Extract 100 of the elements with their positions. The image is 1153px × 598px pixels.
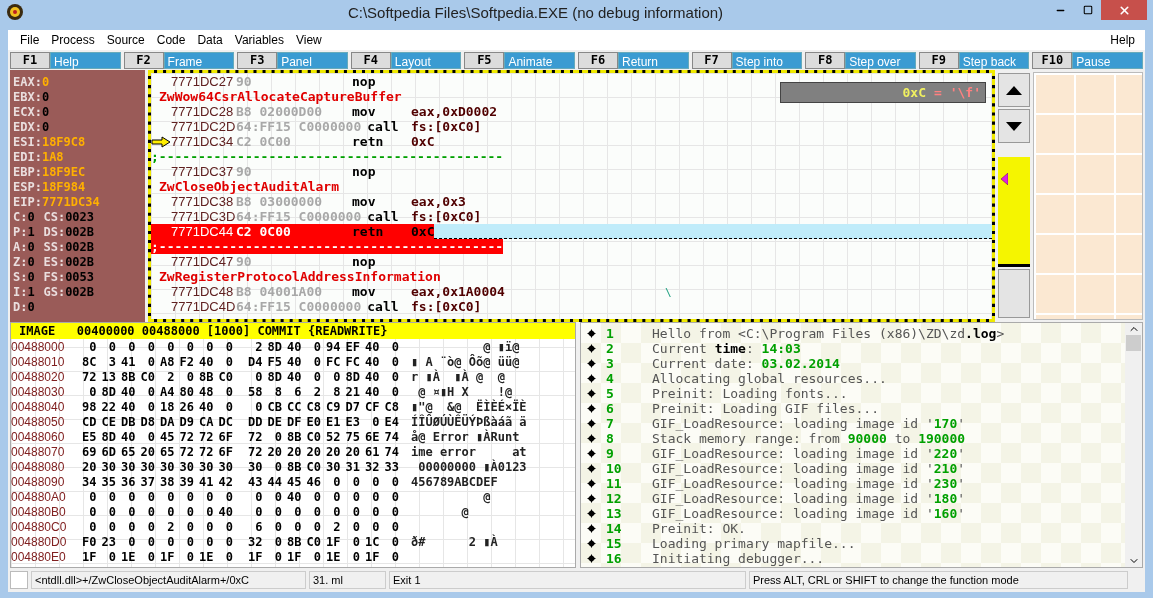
memory-address: 00488000 (11, 338, 66, 356)
hex-byte: 40 (364, 368, 380, 386)
instruction-mnemonic: nop (352, 164, 376, 179)
selected-code-row[interactable]: 7771DC44 C2 0C00 retn 0xC (151, 224, 992, 239)
scrollbar-thumb[interactable] (1126, 335, 1141, 351)
hex-byte: 30 (178, 458, 194, 476)
function-key[interactable]: F9 (918, 51, 959, 69)
hex-byte: 40 (217, 503, 233, 521)
function-key[interactable]: F10 (1032, 51, 1073, 69)
bullet-icon (587, 419, 596, 428)
hex-byte: 40 (364, 353, 380, 371)
hex-byte: 30 (120, 458, 136, 476)
menu-item[interactable]: Data (191, 31, 229, 49)
hex-byte: 0 (273, 428, 282, 446)
ascii-text: @ (460, 503, 469, 521)
flag-name: P: (13, 224, 28, 238)
bullet-icon (587, 524, 596, 533)
menu-item[interactable]: Code (150, 31, 192, 49)
menu-item[interactable]: Variables (228, 31, 290, 49)
hex-byte: CB (266, 398, 282, 416)
instruction-bytes: C2 0C00 (236, 134, 292, 149)
register-value: 7771DC34 (41, 194, 100, 208)
hex-byte: 0 (312, 368, 321, 386)
hex-byte: 32 (364, 458, 380, 476)
hex-byte: CD (81, 413, 97, 431)
hex-byte: 0 (88, 503, 97, 521)
segment-name: FS: (43, 269, 66, 283)
menu-item[interactable]: View (289, 31, 328, 49)
register-value: 0 (41, 104, 50, 118)
function-key[interactable]: F6 (577, 51, 618, 69)
instruction-address[interactable]: 7771DC37 (171, 164, 236, 179)
instruction-address[interactable]: 7771DC3D (171, 209, 236, 224)
menu-item[interactable]: Process (45, 31, 101, 49)
hex-byte: 65 (159, 443, 175, 461)
instruction-address[interactable]: 7771DC2D (171, 119, 236, 134)
hex-byte: 0 (127, 503, 136, 521)
function-key[interactable]: F5 (464, 51, 505, 69)
hex-byte: F5 (266, 353, 282, 371)
instruction-address[interactable]: 7771DC47 (171, 254, 236, 269)
register-name: ESP: (13, 179, 42, 193)
log-message: Initiating debugger... (652, 550, 825, 567)
memory-address: 004880C0 (11, 518, 68, 536)
menu-item[interactable]: File (14, 31, 46, 49)
instruction-address[interactable]: 7771DC27 (171, 74, 236, 89)
hex-byte: 69 (81, 443, 97, 461)
hex-byte: 20 (81, 458, 97, 476)
memory-address: 00488010 (11, 353, 66, 371)
hex-byte: 1E (325, 548, 341, 566)
hex-byte: D8 (139, 413, 155, 431)
hex-byte: 35 (100, 473, 116, 491)
hex-byte: 80 (178, 383, 194, 401)
function-key[interactable]: F4 (350, 51, 391, 69)
log-message: Hello from <C:\Program Files (x86)\ZD\zd.log> (652, 324, 1005, 343)
scroll-down-button[interactable] (998, 109, 1030, 143)
hex-byte: 0 (332, 488, 341, 506)
hex-byte: 0 (185, 338, 194, 356)
function-key[interactable]: F2 (123, 51, 164, 69)
position-marker-icon (1001, 173, 1008, 185)
log-scrollbar[interactable] (1125, 323, 1142, 567)
flag-name: I: (13, 284, 28, 298)
instruction-operand: fs:[0xC0] (411, 119, 482, 134)
ascii-text: @ (482, 488, 491, 506)
hex-byte: 1E (198, 548, 214, 566)
hex-byte: 0 (371, 488, 380, 506)
register-name: EBP: (13, 164, 42, 178)
function-key[interactable]: F3 (237, 51, 278, 69)
hex-byte: C9 (325, 398, 341, 416)
hex-byte: 8D (100, 428, 116, 446)
hex-byte: 43 (247, 473, 263, 491)
hex-byte: 0 (185, 488, 194, 506)
register-value: 0 (41, 119, 50, 133)
function-key[interactable]: F1 (10, 51, 50, 69)
bullet-icon (587, 449, 596, 458)
bullet-icon (587, 344, 596, 353)
function-key[interactable]: F8 (805, 51, 846, 69)
scroll-up-button[interactable] (998, 73, 1030, 107)
segment-value: 002B (65, 254, 95, 268)
instruction-address[interactable]: 7771DC48 (171, 284, 236, 299)
hex-byte: 20 (325, 443, 341, 461)
hex-byte: 0 (351, 548, 360, 566)
hex-byte: 0 (107, 488, 116, 506)
menu-item[interactable]: Help (1106, 31, 1139, 49)
menu-item[interactable]: Source (100, 31, 151, 49)
hex-byte: 0 (224, 338, 233, 356)
ascii-text: 456789ABCDEF (411, 473, 498, 491)
instruction-address[interactable]: 7771DC4D (171, 299, 236, 314)
log-message: GIF_LoadResource: loading image id '220' (652, 445, 966, 463)
instruction-address[interactable]: 7771DC44 (171, 224, 236, 239)
instruction-address[interactable]: 7771DC38 (171, 194, 236, 209)
function-key[interactable]: F7 (691, 51, 732, 69)
overview-bar[interactable] (998, 157, 1030, 267)
hex-byte: 8 (332, 383, 341, 401)
hex-byte: 0 (205, 533, 214, 551)
bullet-icon (587, 479, 596, 488)
flag-name: C: (13, 209, 28, 223)
instruction-address[interactable]: 7771DC28 (171, 104, 236, 119)
segment-value: 002B (65, 239, 95, 253)
register-name: EAX: (13, 74, 42, 88)
instruction-address[interactable]: 7771DC34 (171, 134, 236, 149)
hex-byte: 0 (166, 488, 175, 506)
